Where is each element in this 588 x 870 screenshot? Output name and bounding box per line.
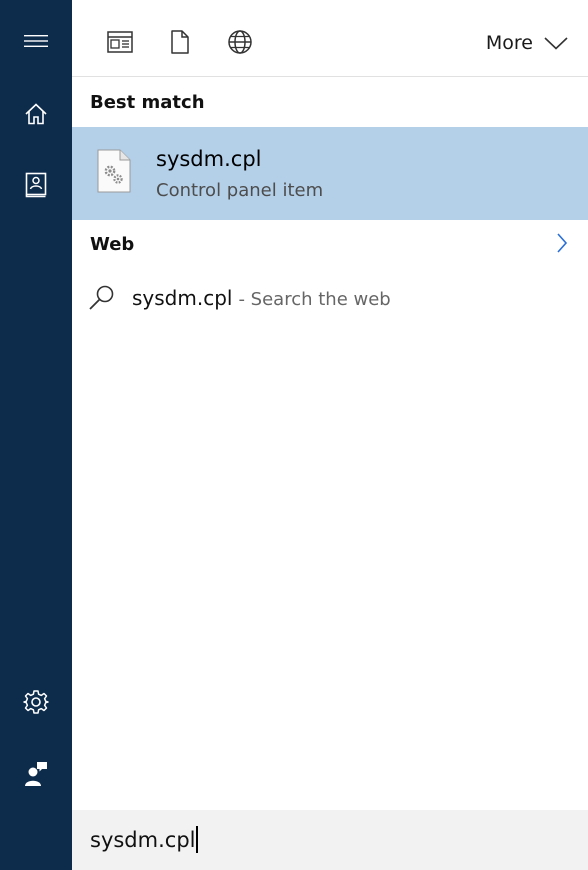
web-query-text: sysdm.cpl - Search the web — [132, 286, 391, 310]
web-header-label: Web — [90, 234, 135, 255]
best-match-result[interactable]: sysdm.cpl Control panel item — [72, 127, 588, 220]
search-input-content: sysdm.cpl — [90, 826, 199, 853]
home-icon — [25, 103, 47, 125]
filter-toolbar: More — [72, 0, 588, 77]
hamburger-menu-icon — [24, 35, 48, 47]
settings-gear-icon — [23, 690, 49, 714]
web-query-suffix: - Search the web — [238, 289, 391, 310]
search-results-panel: More Best match sysdm.cpl Control panel … — [72, 0, 588, 870]
more-filters-button[interactable]: More — [486, 26, 568, 60]
text-caret — [196, 826, 199, 853]
chevron-down-icon — [544, 37, 568, 50]
web-query: sysdm.cpl — [132, 286, 233, 310]
best-match-subtitle: Control panel item — [156, 180, 324, 201]
search-input[interactable]: sysdm.cpl — [72, 810, 588, 870]
apps-filter-button[interactable] — [96, 20, 144, 64]
left-rail — [0, 0, 72, 870]
apps-filter-icon — [107, 31, 133, 53]
control-panel-file-icon — [97, 149, 131, 193]
search-input-value: sysdm.cpl — [90, 827, 196, 852]
notebook-icon — [25, 172, 47, 198]
feedback-person-icon — [25, 762, 47, 786]
documents-filter-icon — [171, 30, 189, 54]
search-icon — [89, 285, 114, 310]
best-match-title: sysdm.cpl — [156, 147, 262, 171]
web-filter-icon — [228, 30, 252, 54]
feedback-button[interactable] — [0, 750, 72, 798]
web-filter-button[interactable] — [216, 20, 264, 64]
settings-button[interactable] — [0, 678, 72, 726]
chevron-right-icon — [557, 233, 568, 253]
more-label: More — [485, 32, 533, 54]
web-section-header[interactable]: Web — [72, 226, 588, 264]
notebook-button[interactable] — [0, 161, 72, 209]
home-button[interactable] — [0, 90, 72, 138]
best-match-header: Best match — [90, 92, 205, 113]
web-search-suggestion[interactable]: sysdm.cpl - Search the web — [72, 278, 588, 320]
hamburger-menu-button[interactable] — [0, 17, 72, 65]
documents-filter-button[interactable] — [156, 20, 204, 64]
